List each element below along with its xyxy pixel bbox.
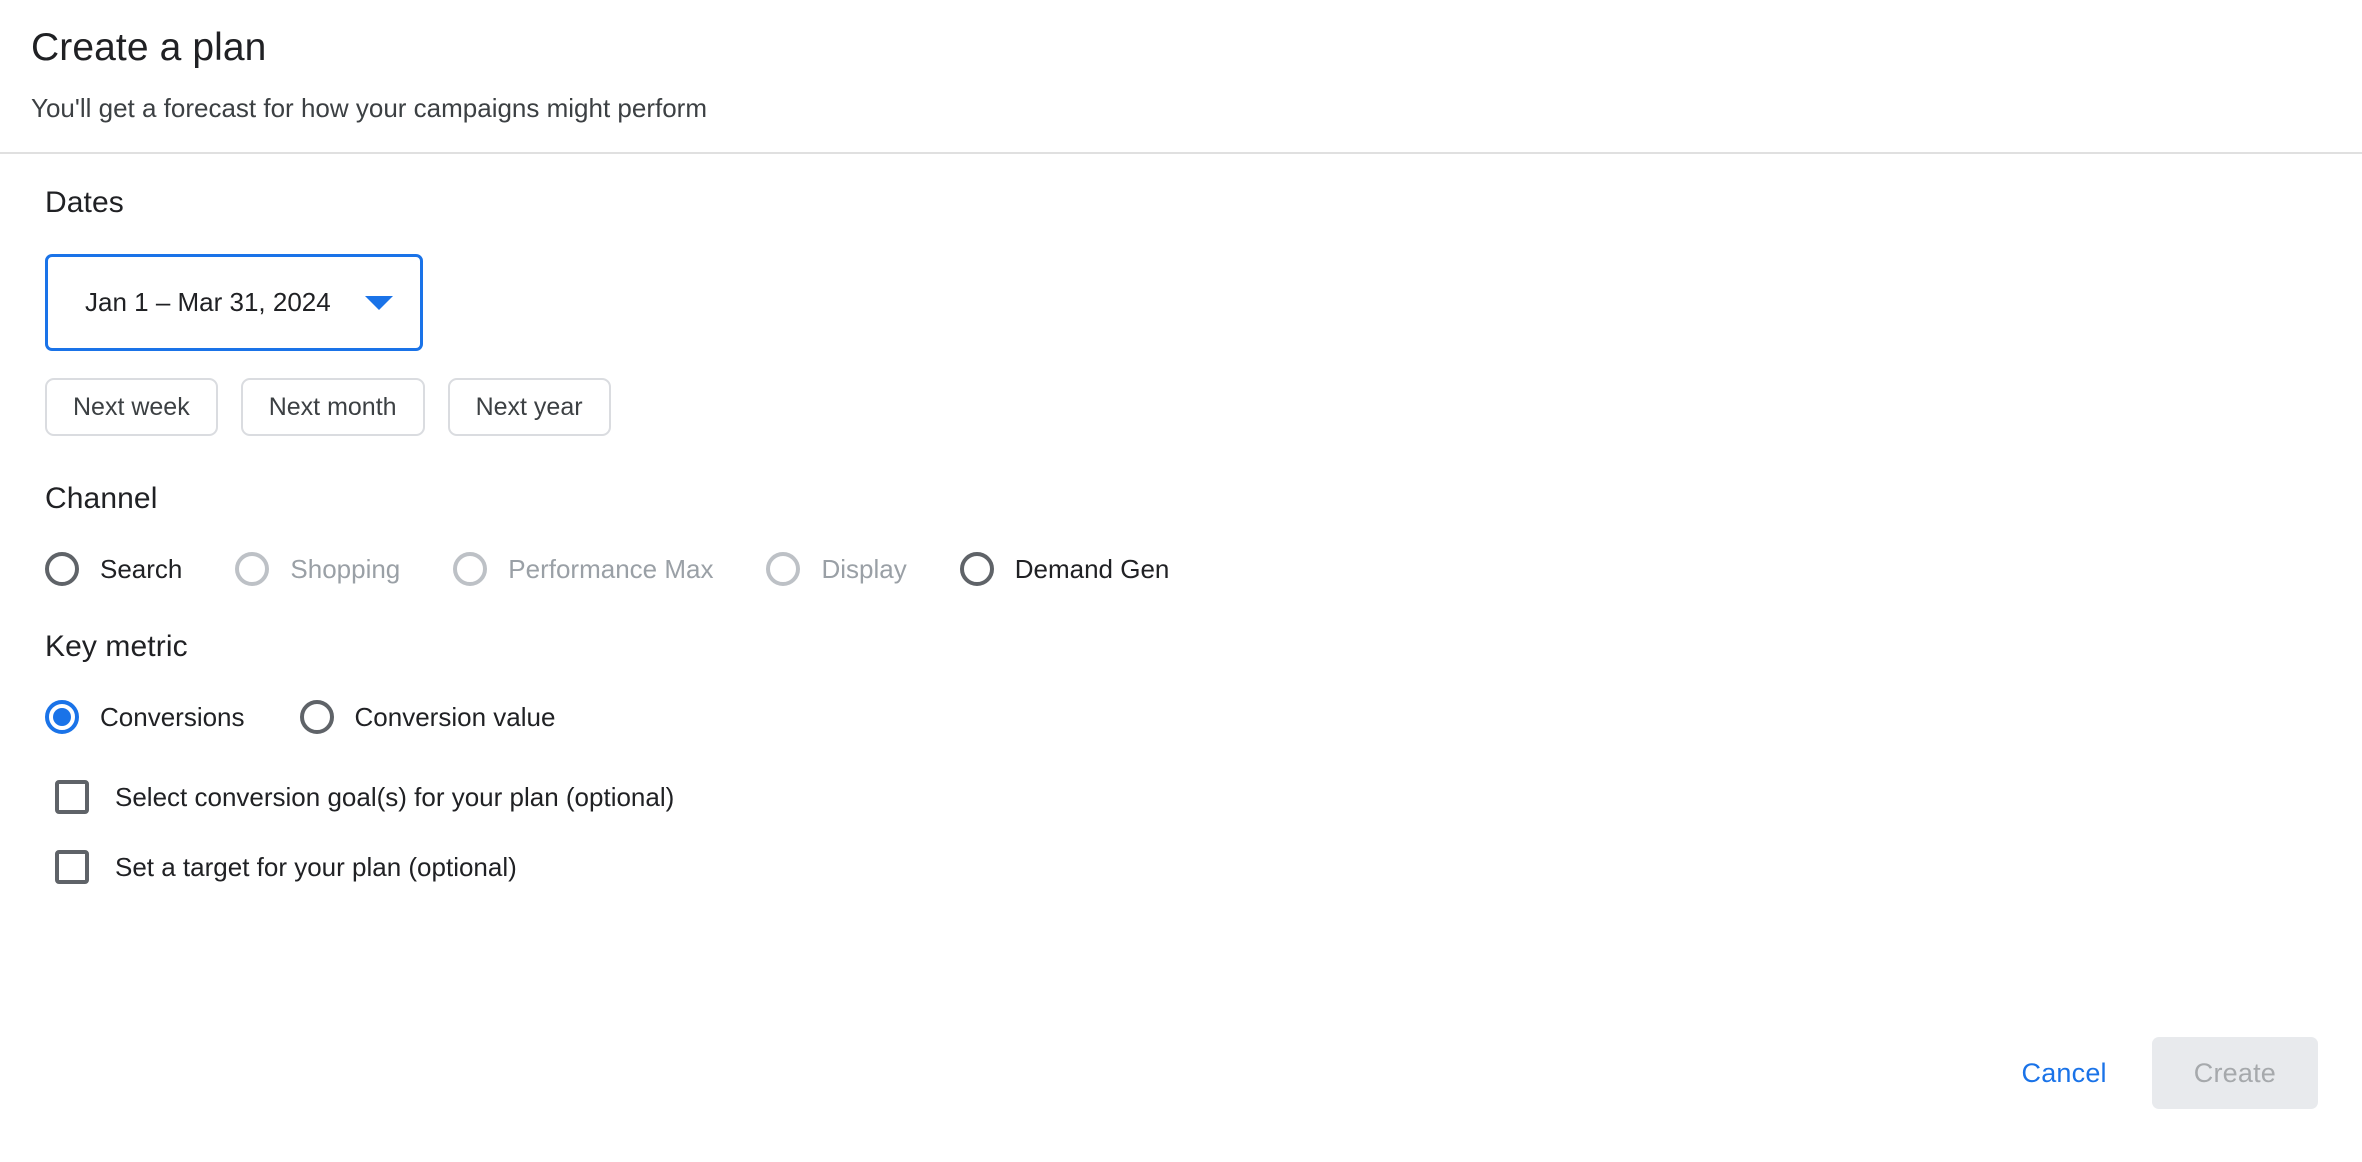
- chip-next-month[interactable]: Next month: [240, 378, 425, 437]
- channel-section: Channel Search Shopping Performance Max …: [45, 436, 2318, 587]
- radio-label: Display: [821, 553, 907, 584]
- radio-circle-icon: [453, 552, 488, 587]
- key-metric-section: Key metric Conversions Conversion value …: [45, 586, 2318, 885]
- radio-label: Demand Gen: [1014, 553, 1170, 584]
- chip-next-week[interactable]: Next week: [45, 378, 218, 437]
- checkbox-label: Set a target for your plan (optional): [115, 851, 517, 882]
- dialog-body: Dates Jan 1 – Mar 31, 2024 Next week Nex…: [0, 154, 2362, 885]
- radio-circle-icon: [766, 552, 801, 587]
- radio-channel-demand-gen[interactable]: Demand Gen: [959, 552, 1170, 587]
- checkbox-empty-icon: [55, 850, 89, 885]
- checkbox-select-conversion-goals[interactable]: Select conversion goal(s) for your plan …: [55, 780, 675, 815]
- radio-circle-icon: [959, 552, 994, 587]
- dates-heading: Dates: [45, 186, 124, 220]
- date-range-select[interactable]: Jan 1 – Mar 31, 2024: [45, 254, 423, 352]
- dialog-footer: Cancel Create: [2004, 1037, 2318, 1109]
- dialog-header: Create a plan You'll get a forecast for …: [0, 0, 2362, 152]
- radio-metric-conversion-value[interactable]: Conversion value: [299, 700, 556, 735]
- date-range-select-wrapper: Jan 1 – Mar 31, 2024: [45, 254, 2318, 352]
- radio-channel-performance-max: Performance Max: [453, 552, 714, 587]
- checkbox-empty-icon: [55, 780, 89, 815]
- radio-label: Search: [100, 553, 183, 584]
- radio-label: Shopping: [290, 553, 401, 584]
- chip-next-year[interactable]: Next year: [447, 378, 611, 437]
- dates-section: Dates Jan 1 – Mar 31, 2024 Next week Nex…: [45, 154, 2318, 437]
- create-button: Create: [2151, 1037, 2318, 1109]
- cancel-button[interactable]: Cancel: [2004, 1044, 2125, 1103]
- create-plan-dialog: Create a plan You'll get a forecast for …: [0, 0, 2362, 1162]
- date-range-value: Jan 1 – Mar 31, 2024: [85, 287, 331, 318]
- chevron-down-icon: [365, 295, 393, 310]
- quick-range-chip-row: Next week Next month Next year: [45, 378, 2318, 437]
- key-metric-heading: Key metric: [45, 630, 188, 664]
- channel-heading: Channel: [45, 482, 158, 516]
- radio-label: Performance Max: [508, 553, 714, 584]
- key-metric-radio-group: Conversions Conversion value: [45, 700, 2318, 735]
- radio-metric-conversions[interactable]: Conversions: [45, 700, 245, 735]
- checkbox-set-target[interactable]: Set a target for your plan (optional): [55, 850, 517, 885]
- radio-channel-display: Display: [766, 552, 907, 587]
- radio-channel-shopping: Shopping: [235, 552, 401, 587]
- radio-circle-icon: [45, 552, 79, 587]
- radio-circle-icon: [235, 552, 270, 587]
- radio-label: Conversions: [100, 701, 245, 732]
- page-title: Create a plan: [31, 26, 267, 69]
- checkbox-label: Select conversion goal(s) for your plan …: [115, 781, 675, 812]
- radio-channel-search[interactable]: Search: [45, 552, 183, 587]
- dialog-subtitle: You'll get a forecast for how your campa…: [31, 92, 707, 123]
- channel-radio-group: Search Shopping Performance Max Display …: [45, 552, 2318, 587]
- radio-circle-icon: [299, 700, 334, 735]
- radio-circle-selected-icon: [45, 700, 79, 735]
- radio-label: Conversion value: [354, 701, 556, 732]
